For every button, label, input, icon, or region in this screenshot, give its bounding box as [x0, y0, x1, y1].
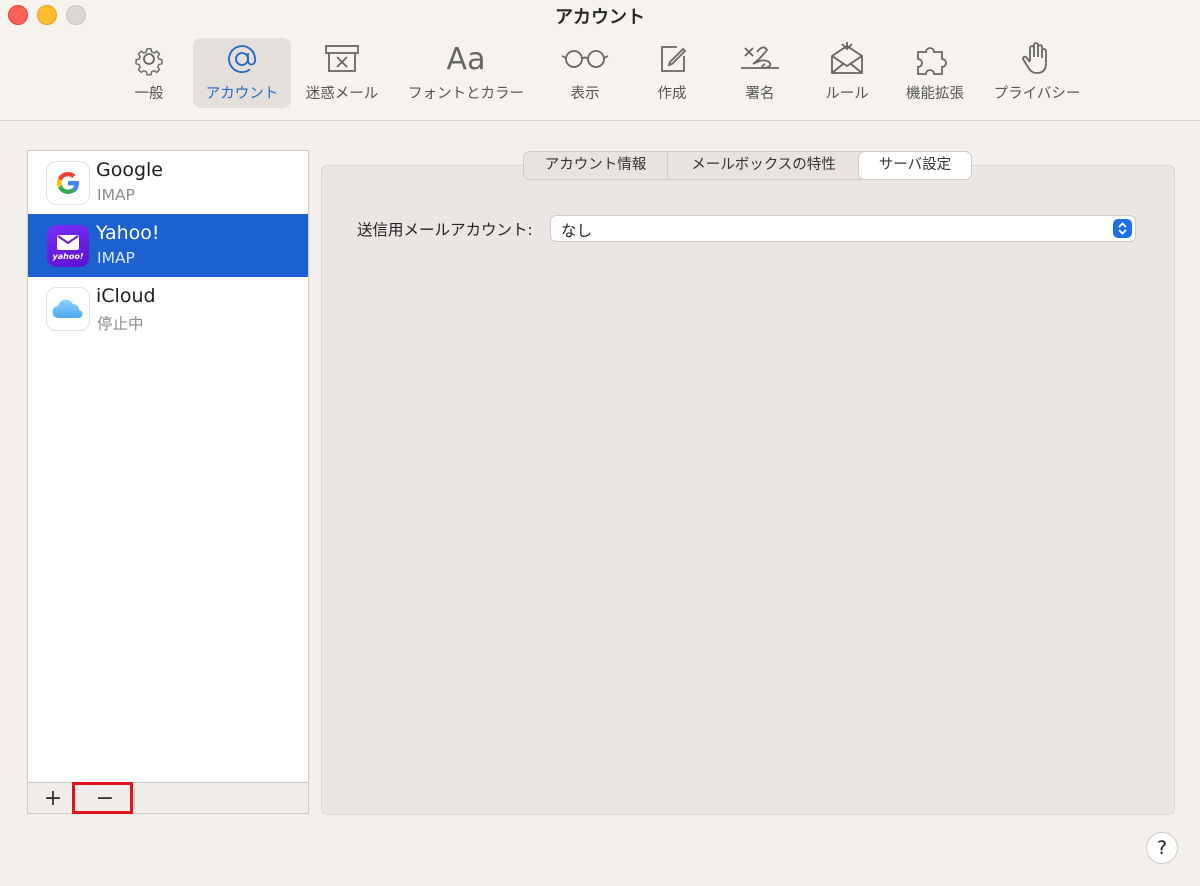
account-type: IMAP — [97, 186, 135, 204]
tab-mailbox-behaviors[interactable]: メールボックスの特性 — [668, 152, 859, 179]
at-sign-icon — [222, 42, 262, 76]
account-type: 停止中 — [97, 315, 144, 333]
toolbar-accounts-button[interactable]: アカウント — [193, 38, 291, 108]
window-title: アカウント — [555, 7, 645, 28]
account-list-footer: + − — [27, 782, 309, 814]
account-type: IMAP — [97, 249, 135, 267]
toolbar-rules-label: ルール — [825, 86, 869, 102]
toolbar-general-button[interactable]: 一般 — [116, 38, 182, 108]
window-toolbar: アカウント 一般 アカウント 迷惑メール Aa フォントとカラー 表示 作成 署… — [0, 0, 1200, 121]
yahoo-icon-text: yahoo! — [52, 251, 84, 261]
compose-icon — [652, 42, 692, 76]
toolbar-composing-label: 作成 — [657, 86, 687, 102]
toolbar-junk-button[interactable]: 迷惑メール — [300, 38, 384, 108]
account-item-icloud[interactable]: iCloud 停止中 — [28, 277, 308, 340]
gear-icon — [129, 42, 169, 76]
tab-account-info[interactable]: アカウント情報 — [524, 152, 668, 179]
icloud-icon — [47, 288, 89, 330]
signature-icon — [736, 42, 784, 76]
hand-icon — [1017, 42, 1057, 76]
add-account-button[interactable]: + — [36, 783, 70, 813]
toolbar-signatures-button[interactable]: 署名 — [728, 38, 792, 108]
glasses-icon — [559, 42, 611, 76]
outgoing-account-label: 送信用メールアカウント: — [357, 221, 533, 239]
toolbar-accounts-label: アカウント — [205, 86, 279, 102]
toolbar-general-label: 一般 — [134, 86, 164, 102]
yahoo-mail-icon: yahoo! — [47, 225, 89, 267]
toolbar-viewing-button[interactable]: 表示 — [554, 38, 616, 108]
fonts-icon: Aa — [436, 41, 496, 77]
tab-server-settings[interactable]: サーバ設定 — [859, 152, 971, 179]
account-item-yahoo[interactable]: yahoo! Yahoo! IMAP — [28, 214, 308, 277]
fonts-icon-text: Aa — [446, 41, 486, 77]
account-name: Yahoo! — [96, 222, 160, 244]
toolbar-viewing-label: 表示 — [570, 86, 600, 102]
junk-box-icon — [322, 42, 362, 76]
toolbar-fonts-label: フォントとカラー — [408, 86, 524, 102]
chevron-up-down-icon — [1113, 219, 1132, 238]
toolbar-extensions-label: 機能拡張 — [906, 86, 964, 102]
help-button[interactable]: ? — [1146, 832, 1178, 864]
account-item-google[interactable]: Google IMAP — [28, 151, 308, 214]
toolbar-fonts-button[interactable]: Aa フォントとカラー — [401, 38, 531, 108]
rules-envelope-icon — [827, 42, 867, 76]
account-list: Google IMAP yahoo! Yahoo! IMAP iCloud 停止… — [27, 150, 309, 784]
puzzle-icon — [911, 42, 959, 76]
settings-tabs: アカウント情報 メールボックスの特性 サーバ設定 — [523, 151, 972, 180]
google-logo-icon — [47, 162, 89, 204]
account-name: Google — [96, 159, 164, 181]
outgoing-account-select[interactable]: なし — [550, 215, 1136, 242]
footer-divider — [134, 787, 135, 809]
toolbar-rules-button[interactable]: ルール — [814, 38, 880, 108]
remove-button-highlight — [72, 782, 133, 814]
toolbar-composing-button[interactable]: 作成 — [640, 38, 704, 108]
toolbar-privacy-label: プライバシー — [993, 86, 1081, 102]
toolbar-extensions-button[interactable]: 機能拡張 — [900, 38, 970, 108]
toolbar-junk-label: 迷惑メール — [305, 86, 379, 102]
account-settings-panel — [321, 165, 1175, 815]
account-name: iCloud — [96, 285, 156, 307]
toolbar-signatures-label: 署名 — [745, 86, 775, 102]
outgoing-account-value: なし — [561, 222, 593, 240]
toolbar-privacy-button[interactable]: プライバシー — [988, 38, 1086, 108]
